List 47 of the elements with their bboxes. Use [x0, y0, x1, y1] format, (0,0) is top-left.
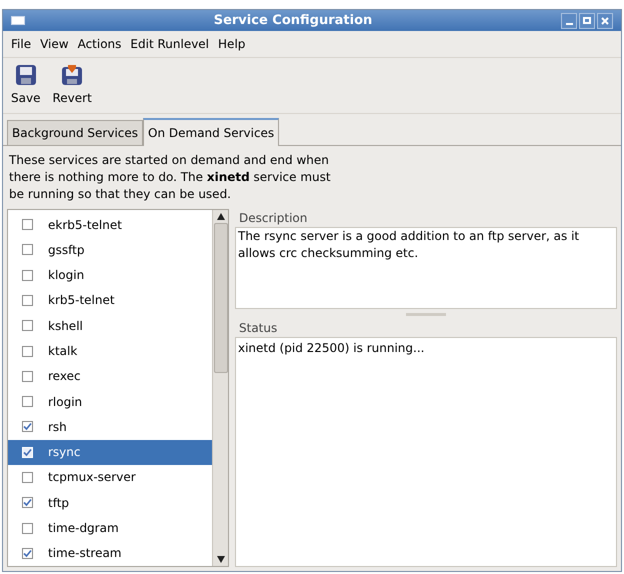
service-row[interactable]: rexec [8, 364, 212, 389]
checkbox[interactable] [22, 370, 33, 382]
service-row[interactable]: time-stream [8, 540, 212, 566]
checkbox[interactable] [22, 396, 33, 408]
scroll-down-icon[interactable] [216, 556, 224, 563]
tab[interactable]: Background Services [7, 120, 144, 145]
description-label: Description [238, 210, 308, 227]
menu-item[interactable]: File [7, 35, 36, 53]
checkbox[interactable] [22, 346, 33, 357]
menu-item[interactable]: Actions [74, 35, 126, 53]
service-row[interactable]: time-dgram [8, 515, 212, 541]
service-row[interactable]: rsync [8, 440, 212, 465]
menu-item[interactable]: Edit Runlevel [126, 35, 214, 53]
scroll-up-icon[interactable] [216, 213, 224, 220]
service-row[interactable]: ktalk [8, 338, 212, 364]
description-text: The rsync server is a good addition to an ftp server, as it allows crc checksumming etc. [235, 227, 617, 309]
menu-item[interactable]: Help [214, 35, 250, 53]
status-text: xinetd (pid 22500) is running... [235, 337, 617, 567]
menu-item[interactable]: View [36, 35, 73, 53]
service-row[interactable]: gssftp [8, 237, 212, 263]
close-icon[interactable] [597, 12, 613, 28]
tab[interactable]: On Demand Services [143, 118, 280, 146]
toolbar-button[interactable]: Revert [50, 64, 94, 107]
intro-text: These services are started on demand and end when there is nothing more to do. The xinetd service must be running so that they can be used. [8, 152, 332, 203]
checkbox[interactable] [22, 522, 33, 534]
minimize-icon[interactable] [561, 12, 577, 28]
service-row[interactable]: rlogin [8, 388, 212, 414]
maximize-icon[interactable] [579, 12, 595, 28]
service-row[interactable]: klogin [8, 262, 212, 288]
checkbox[interactable] [22, 244, 33, 256]
service-row[interactable]: rsh [8, 414, 212, 440]
status-label: Status [238, 320, 278, 337]
service-row[interactable]: krb5-telnet [8, 288, 212, 314]
window-title: Service Configuration [212, 12, 374, 30]
service-row[interactable]: kshell [8, 313, 212, 338]
service-row[interactable]: ekrb5-telnet [8, 212, 212, 238]
checkbox[interactable] [22, 497, 33, 508]
checkbox[interactable] [22, 294, 33, 306]
toolbar-button[interactable]: Save [9, 64, 42, 107]
checkbox[interactable] [22, 472, 33, 483]
checkbox[interactable] [22, 421, 33, 432]
checkbox[interactable] [22, 270, 33, 281]
checkbox[interactable] [22, 219, 33, 230]
checkbox[interactable] [22, 548, 33, 559]
checkbox[interactable] [22, 320, 33, 332]
service-row[interactable]: tftp [8, 490, 212, 516]
service-row[interactable]: tcpmux-server [8, 464, 212, 490]
